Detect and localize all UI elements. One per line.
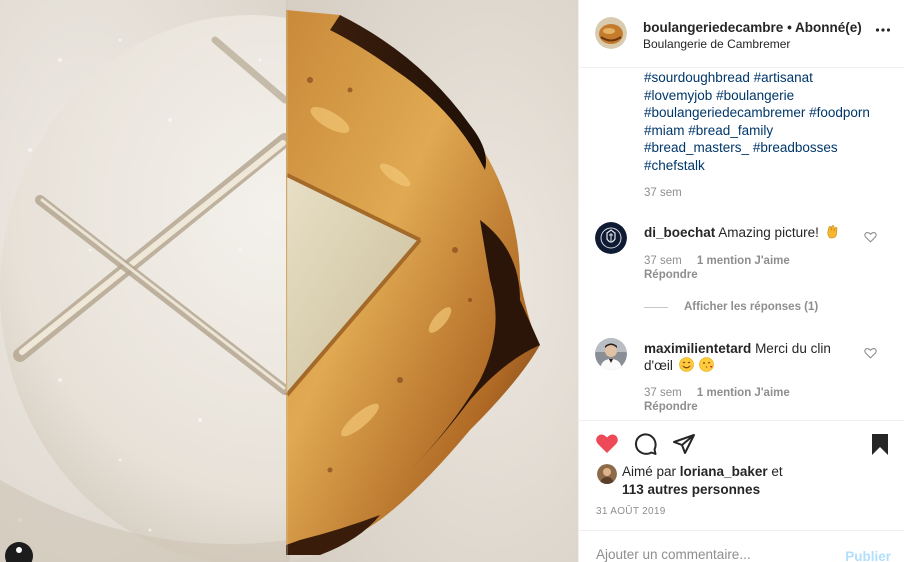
commenter-avatar[interactable] [595, 222, 627, 254]
post-image[interactable] [0, 0, 578, 562]
comments-list[interactable]: #sourdoughbread #artisanat #lovemyjob #b… [579, 69, 904, 420]
comment-username[interactable]: maximilientetard [644, 341, 751, 356]
liked-by-line: Aimé par loriana_baker et [622, 463, 783, 481]
hashtag[interactable]: #foodporn [809, 105, 870, 120]
liked-by-prefix: Aimé par [622, 464, 677, 479]
hashtag[interactable]: #bread_masters_ [644, 140, 749, 155]
comment-meta: 37 sem 1 mention J'aime [644, 255, 790, 267]
separator-dot: • [787, 20, 792, 35]
hashtag[interactable]: #breadbosses [753, 140, 838, 155]
hashtag[interactable]: #boulangeriedecambremer [644, 105, 805, 120]
heart-outline-icon[interactable] [864, 231, 877, 243]
comment-time[interactable]: 37 sem [644, 387, 682, 399]
author-username[interactable]: boulangeriedecambre [643, 20, 783, 35]
view-replies-label: Afficher les réponses (1) [684, 301, 819, 313]
heart-filled-icon[interactable] [595, 432, 619, 456]
liker-username[interactable]: loriana_baker [680, 464, 768, 479]
more-horizontal-icon[interactable] [875, 22, 891, 44]
comment-item: maximilientetard Merci du clin d'œil 37 … [579, 338, 904, 418]
author-avatar[interactable] [595, 17, 627, 49]
post-date[interactable]: 31 AOÛT 2019 [596, 506, 666, 517]
replies-divider [644, 306, 668, 308]
bookmark-filled-icon[interactable] [868, 432, 892, 456]
comment-icon[interactable] [634, 432, 658, 456]
comment-input[interactable] [596, 547, 826, 562]
comment-text: maximilientetard Merci du clin d'œil [644, 340, 859, 374]
comment-time[interactable]: 37 sem [644, 255, 682, 267]
reply-button[interactable]: Répondre [644, 401, 698, 413]
liker-avatar[interactable] [597, 464, 617, 484]
hashtag[interactable]: #lovemyjob [644, 88, 712, 103]
comment-username[interactable]: di_boechat [644, 225, 715, 240]
hashtag[interactable]: #sourdoughbread [644, 70, 750, 85]
bread-photo [0, 0, 578, 562]
caption-hashtags: #sourdoughbread #artisanat #lovemyjob #b… [644, 69, 894, 175]
publish-button[interactable]: Publier [845, 549, 891, 562]
hashtag[interactable]: #bread_family [688, 123, 773, 138]
others-count[interactable]: 113 autres personnes [622, 481, 760, 499]
comment-likes[interactable]: 1 mention J'aime [697, 255, 790, 267]
hashtag[interactable]: #chefstalk [644, 158, 705, 173]
add-comment-bar: Publier [579, 530, 904, 562]
post-location[interactable]: Boulangerie de Cambremer [643, 37, 790, 51]
wink-kiss-emoji [699, 357, 715, 372]
liked-by-and: et [771, 464, 783, 479]
ok-hand-emoji [825, 224, 840, 239]
heart-outline-icon[interactable] [864, 347, 877, 359]
comment-body: Amazing picture! [718, 225, 819, 240]
author-line: boulangeriedecambre • Abonné(e) [643, 20, 862, 35]
reply-button[interactable]: Répondre [644, 269, 698, 281]
comment-likes[interactable]: 1 mention J'aime [697, 387, 790, 399]
post-header: boulangeriedecambre • Abonné(e) Boulange… [579, 0, 904, 68]
comment-text: di_boechat Amazing picture! [644, 224, 859, 241]
hashtag[interactable]: #boulangerie [716, 88, 794, 103]
comment-meta: 37 sem 1 mention J'aime [644, 387, 790, 399]
hashtag[interactable]: #miam [644, 123, 685, 138]
comment-item: di_boechat Amazing picture! 37 sem 1 men… [579, 222, 904, 312]
post-details-panel: boulangeriedecambre • Abonné(e) Boulange… [578, 0, 904, 562]
commenter-avatar[interactable] [595, 338, 627, 370]
follow-status[interactable]: Abonné(e) [795, 20, 862, 35]
tagged-people-icon[interactable] [5, 542, 33, 562]
view-replies-button[interactable]: Afficher les réponses (1) [644, 301, 818, 313]
paper-plane-icon[interactable] [672, 432, 696, 456]
hashtag[interactable]: #artisanat [754, 70, 813, 85]
post-actions-bar [579, 420, 904, 464]
caption-time[interactable]: 37 sem [644, 187, 682, 199]
smile-emoji [678, 357, 694, 372]
